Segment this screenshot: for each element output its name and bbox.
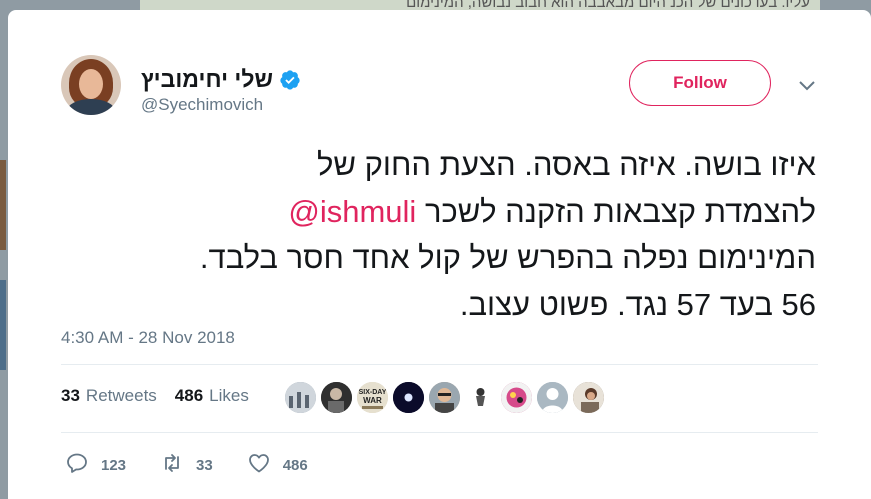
tweet-text: איזו בושה. איזה באסה. הצעת החוק של להצמד… [56, 142, 816, 328]
background-image-left-bottom [0, 280, 6, 370]
liker-avatar[interactable] [465, 382, 496, 413]
tweet-text-line-2-body: להצמדת קצבאות הזקנה לשכר [424, 193, 816, 229]
liker-avatar[interactable] [285, 382, 316, 413]
liker-avatar[interactable] [393, 382, 424, 413]
like-count: 486 [282, 456, 308, 474]
author-handle[interactable]: @Syechimovich [141, 95, 263, 115]
tweet-card: שלי יחימוביץ @Syechimovich Follow איזו ב… [8, 10, 871, 499]
default-avatar-icon[interactable] [537, 382, 568, 413]
svg-text:SIX-DAY: SIX-DAY [359, 389, 387, 396]
liker-avatar-six-day-war[interactable]: SIX-DAY WAR [357, 382, 388, 413]
likes-stat[interactable]: 486 Likes [175, 386, 249, 406]
likes-label: Likes [209, 386, 249, 405]
tweet-text-line-3: המינימום נפלה בהפרש של קול אחד חסר בלבד. [199, 240, 816, 275]
reply-count: 123 [101, 456, 127, 474]
author-display-name[interactable]: שלי יחימוביץ [141, 66, 273, 93]
likes-count: 486 [174, 386, 204, 405]
retweet-action[interactable]: 33 [160, 451, 213, 479]
mention-link[interactable]: @ishmuli [288, 194, 416, 229]
chevron-down-icon[interactable] [798, 79, 816, 91]
liker-avatar[interactable] [573, 382, 604, 413]
retweets-count: 33 [61, 386, 80, 405]
retweet-icon [160, 451, 184, 479]
tweet-text-line-4: 56 בעד 57 נגד. פשוט עצוב. [459, 286, 816, 322]
avatar[interactable] [61, 55, 121, 115]
background-image-left-top [0, 160, 6, 250]
divider [61, 432, 818, 433]
svg-text:WAR: WAR [363, 396, 382, 405]
reply-icon [65, 451, 89, 479]
tweet-stats: 33 Retweets 486 Likes [61, 386, 249, 406]
tweet-timestamp[interactable]: 4:30 AM - 28 Nov 2018 [61, 328, 235, 348]
tweet-text-line-1: איזו בושה. איזה באסה. הצעת החוק של [316, 147, 816, 182]
retweets-stat[interactable]: 33 Retweets [61, 386, 157, 406]
liker-avatar[interactable] [501, 382, 532, 413]
author-name-row: שלי יחימוביץ [141, 66, 301, 93]
heart-icon [247, 451, 271, 479]
verified-badge-icon [279, 69, 301, 91]
reply-action[interactable]: 123 [65, 451, 126, 479]
like-action[interactable]: 486 [247, 451, 308, 479]
liker-avatar[interactable] [321, 382, 352, 413]
follow-button[interactable]: Follow [629, 60, 771, 106]
tweet-text-line-2: להצמדת קצבאות הזקנה לשכר @ishmuli [56, 189, 816, 236]
liker-avatar[interactable] [429, 382, 460, 413]
divider [61, 364, 818, 365]
retweets-label: Retweets [85, 386, 157, 405]
likers-avatars: SIX-DAY WAR [285, 382, 604, 413]
retweet-count: 33 [196, 456, 213, 474]
tweet-actions: 123 33 486 [65, 451, 342, 479]
